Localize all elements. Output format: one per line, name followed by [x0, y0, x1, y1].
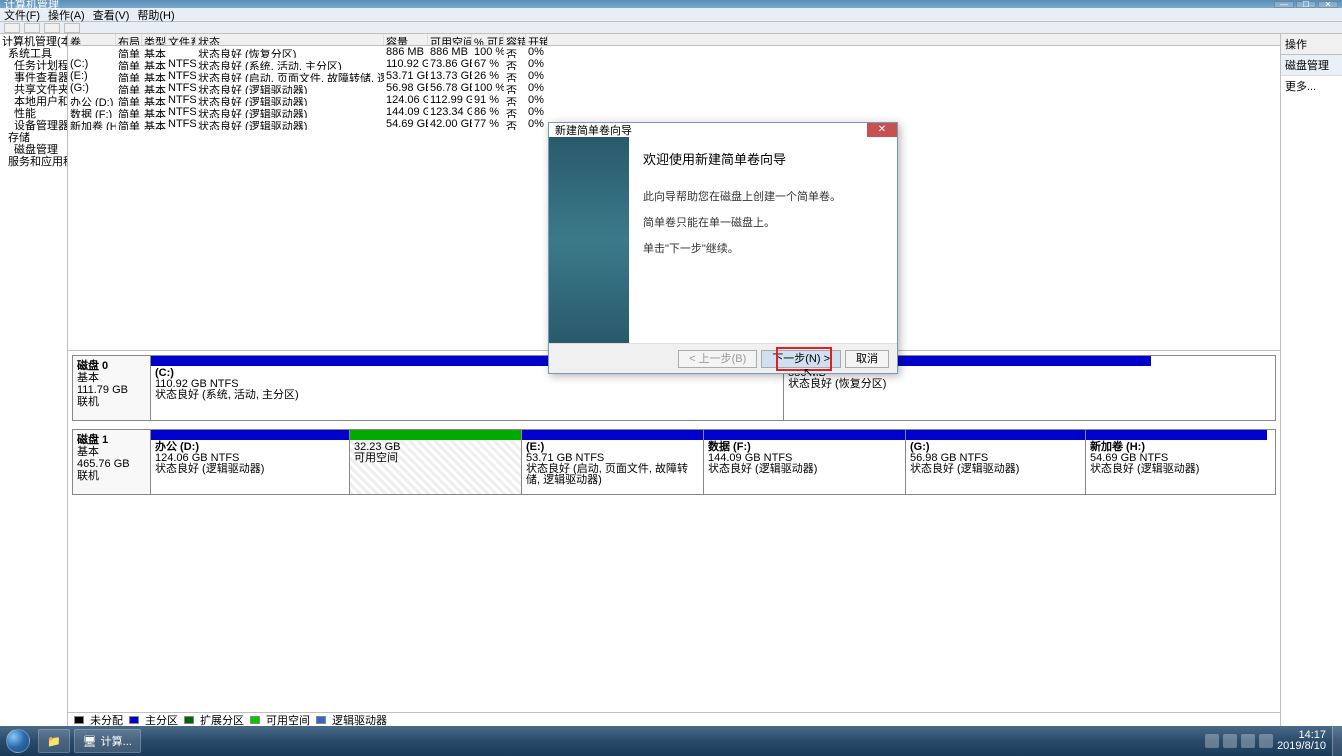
actions-pane: 操作 磁盘管理 更多... — [1280, 34, 1342, 726]
legend-swatch-logical — [316, 716, 326, 724]
new-simple-volume-wizard: 新建简单卷向导 ✕ 欢迎使用新建简单卷向导 此向导帮助您在磁盘上创建一个简单卷。… — [548, 122, 898, 374]
tree-item[interactable]: 计算机管理(本 — [0, 36, 67, 48]
toolbar — [0, 22, 1342, 34]
maximize-button[interactable]: ☐ — [1296, 1, 1316, 8]
volume-row[interactable]: 办公 (D:)简单基本NTFS状态良好 (逻辑驱动器)124.06 GB112.… — [68, 94, 1280, 106]
window-titlebar[interactable]: 计算机管理 — ☐ ✕ — [0, 0, 1342, 8]
partition-bar — [704, 430, 905, 440]
partition-bar — [151, 430, 349, 440]
toolbar-refresh-icon[interactable] — [44, 23, 60, 33]
taskbar-item-explorer[interactable]: 📁 — [38, 729, 70, 753]
partition-bar — [522, 430, 703, 440]
col-percent[interactable]: % 可用 — [472, 34, 504, 45]
volume-list[interactable]: 简单基本状态良好 (恢复分区)886 MB886 MB100 %否0%(C:)简… — [68, 46, 1280, 130]
actions-more[interactable]: 更多... — [1281, 76, 1342, 96]
wizard-back-button: < 上一步(B) — [678, 350, 757, 368]
col-fault[interactable]: 容错 — [504, 34, 526, 45]
disk-partition[interactable]: 数据 (F:)144.09 GB NTFS状态良好 (逻辑驱动器) — [703, 430, 905, 494]
menubar: 文件(F) 操作(A) 查看(V) 帮助(H) — [0, 8, 1342, 22]
col-type[interactable]: 类型 — [142, 34, 166, 45]
disk-partition[interactable]: (E:)53.71 GB NTFS状态良好 (启动, 页面文件, 故障转储, 逻… — [521, 430, 703, 494]
taskbar[interactable]: 📁 🖥计算... 14:17 2019/8/10 — [0, 726, 1342, 756]
close-button[interactable]: ✕ — [1318, 1, 1338, 8]
toolbar-help-icon[interactable] — [64, 23, 80, 33]
wizard-cancel-button[interactable]: 取消 — [845, 350, 889, 368]
col-filesystem[interactable]: 文件系统 — [166, 34, 196, 45]
wizard-text-1: 此向导帮助您在磁盘上创建一个简单卷。 — [643, 188, 883, 204]
tree-item[interactable]: 共享文件夹 — [0, 84, 67, 96]
tree-item[interactable]: 性能 — [0, 108, 67, 120]
wizard-titlebar[interactable]: 新建简单卷向导 ✕ — [549, 123, 897, 137]
tray-icon[interactable] — [1205, 734, 1219, 748]
tree-item[interactable]: 磁盘管理 — [0, 144, 67, 156]
compmgmt-icon: 🖥 — [83, 735, 97, 748]
disk-partition[interactable]: 办公 (D:)124.06 GB NTFS状态良好 (逻辑驱动器) — [151, 430, 349, 494]
legend: 未分配 主分区 扩展分区 可用空间 逻辑驱动器 — [68, 712, 1280, 726]
toolbar-forward-icon[interactable] — [24, 23, 40, 33]
wizard-heading: 欢迎使用新建简单卷向导 — [643, 149, 883, 168]
col-capacity[interactable]: 容量 — [384, 34, 428, 45]
disk-partition[interactable]: (G:)56.98 GB NTFS状态良好 (逻辑驱动器) — [905, 430, 1085, 494]
tree-item[interactable]: 服务和应用程 — [0, 156, 67, 168]
toolbar-back-icon[interactable] — [4, 23, 20, 33]
wizard-text-2: 简单卷只能在单一磁盘上。 — [643, 214, 883, 230]
disk-info: 磁盘 1基本465.76 GB联机 — [73, 430, 151, 494]
col-volume[interactable]: 卷 — [68, 34, 116, 45]
disk-partition[interactable]: 32.23 GB可用空间 — [349, 430, 521, 494]
tray-clock[interactable]: 14:17 2019/8/10 — [1277, 730, 1326, 752]
wizard-title: 新建简单卷向导 — [555, 122, 632, 138]
tree-item[interactable]: 存储 — [0, 132, 67, 144]
volume-row[interactable]: 简单基本状态良好 (恢复分区)886 MB886 MB100 %否0% — [68, 46, 1280, 58]
wizard-next-button[interactable]: 下一步(N) > — [761, 350, 841, 368]
start-button[interactable] — [0, 726, 36, 756]
col-layout[interactable]: 布局 — [116, 34, 142, 45]
wizard-close-button[interactable]: ✕ — [867, 123, 897, 137]
system-tray[interactable]: 14:17 2019/8/10 — [1199, 730, 1332, 752]
disk-info: 磁盘 0基本111.79 GB联机 — [73, 356, 151, 420]
tree-item[interactable]: 本地用户和 — [0, 96, 67, 108]
volume-list-header: 卷 布局 类型 文件系统 状态 容量 可用空间 % 可用 容错 开销 — [68, 34, 1280, 46]
legend-swatch-free — [250, 716, 260, 724]
actions-header: 操作 — [1281, 34, 1342, 55]
folder-icon: 📁 — [47, 735, 61, 748]
disk-partition[interactable]: 新加卷 (H:)54.69 GB NTFS状态良好 (逻辑驱动器) — [1085, 430, 1267, 494]
menu-action[interactable]: 操作(A) — [48, 7, 85, 23]
col-overhead[interactable]: 开销 — [526, 34, 548, 45]
menu-help[interactable]: 帮助(H) — [137, 7, 174, 23]
disk-map[interactable]: 磁盘 0基本111.79 GB联机(C:)110.92 GB NTFS状态良好 … — [68, 350, 1280, 712]
actions-section[interactable]: 磁盘管理 — [1281, 55, 1342, 76]
partition-bar — [350, 430, 521, 440]
menu-view[interactable]: 查看(V) — [93, 7, 130, 23]
navigation-tree[interactable]: 计算机管理(本系统工具任务计划程事件查看器共享文件夹本地用户和性能设备管理器存储… — [0, 34, 68, 726]
volume-row[interactable]: (C:)简单基本NTFS状态良好 (系统, 活动, 主分区)110.92 GB7… — [68, 58, 1280, 70]
windows-orb-icon — [6, 729, 30, 753]
wizard-sidebar-graphic — [549, 137, 629, 343]
col-free[interactable]: 可用空间 — [428, 34, 472, 45]
volume-row[interactable]: 数据 (F:)简单基本NTFS状态良好 (逻辑驱动器)144.09 GB123.… — [68, 106, 1280, 118]
menu-file[interactable]: 文件(F) — [4, 7, 40, 23]
col-status[interactable]: 状态 — [196, 34, 384, 45]
tray-flag-icon[interactable] — [1223, 734, 1237, 748]
legend-swatch-ext — [184, 716, 194, 724]
legend-swatch-unalloc — [74, 716, 84, 724]
minimize-button[interactable]: — — [1274, 1, 1294, 8]
volume-row[interactable]: (E:)简单基本NTFS状态良好 (启动, 页面文件, 故障转储, 逻辑驱动器)… — [68, 70, 1280, 82]
tree-item[interactable]: 任务计划程 — [0, 60, 67, 72]
partition-bar — [906, 430, 1085, 440]
disk-row[interactable]: 磁盘 1基本465.76 GB联机办公 (D:)124.06 GB NTFS状态… — [72, 429, 1276, 495]
volume-row[interactable]: (G:)简单基本NTFS状态良好 (逻辑驱动器)56.98 GB56.78 GB… — [68, 82, 1280, 94]
tray-network-icon[interactable] — [1241, 734, 1255, 748]
show-desktop-button[interactable] — [1332, 726, 1342, 756]
tree-item[interactable]: 设备管理器 — [0, 120, 67, 132]
wizard-text-3: 单击"下一步"继续。 — [643, 240, 883, 256]
legend-swatch-primary — [129, 716, 139, 724]
tree-item[interactable]: 事件查看器 — [0, 72, 67, 84]
partition-bar — [1086, 430, 1267, 440]
taskbar-item-compmgmt[interactable]: 🖥计算... — [74, 729, 141, 753]
tray-volume-icon[interactable] — [1259, 734, 1273, 748]
tree-item[interactable]: 系统工具 — [0, 48, 67, 60]
